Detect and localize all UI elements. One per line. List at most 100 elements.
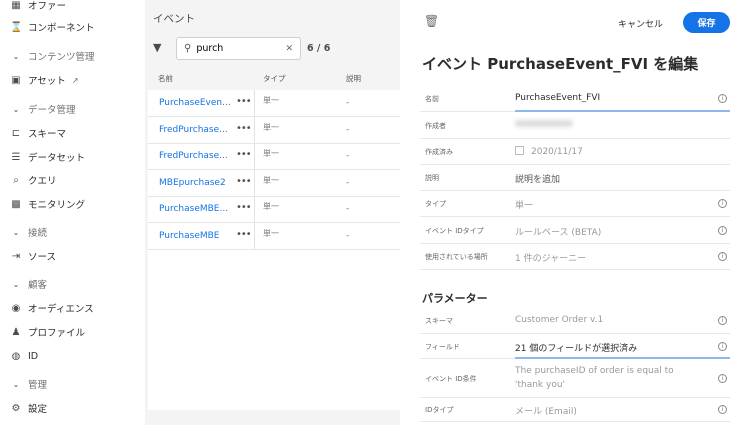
sidebar-item-10[interactable]: ⇥ ソース (10, 248, 56, 264)
table-row[interactable]: PurchaseMBE... ••• 単一 - (148, 196, 400, 223)
sidebar-item-14[interactable]: ◍ ID (10, 348, 39, 364)
save-button[interactable]: 保存 (683, 12, 730, 33)
sidebar-item-7[interactable]: ⌕ クエリ (10, 172, 57, 188)
filter-icon[interactable]: ▼ (153, 41, 161, 54)
parameter-value[interactable]: 21 個のフィールドが選択済み (515, 341, 637, 354)
info-icon[interactable]: i (718, 341, 727, 351)
sidebar-item-label: クエリ (28, 176, 57, 187)
event-type: 単一 (263, 96, 279, 105)
table-row[interactable]: FredPurchase... ••• 単一 - (148, 143, 400, 170)
sidebar-item-8[interactable]: ▩ モニタリング (10, 196, 85, 212)
search-field[interactable]: ⚲ ✕ (176, 37, 301, 60)
dataset-icon: ☰ (11, 151, 21, 163)
event-description: - (346, 124, 350, 135)
more-actions-icon[interactable]: ••• (236, 229, 252, 240)
search-input[interactable] (196, 43, 277, 54)
sidebar-section-11[interactable]: ⌄ 顧客 (10, 276, 47, 292)
sidebar-item-12[interactable]: ◉ オーディエンス (10, 300, 94, 316)
settings-icon: ⚙ (11, 402, 21, 414)
sidebar-section-4[interactable]: ⌄ データ管理 (10, 101, 76, 117)
field-label: イベント IDタイプ (425, 226, 484, 235)
sidebar-item-13[interactable]: ♟ プロファイル (10, 324, 86, 340)
info-icon[interactable]: i (718, 373, 727, 383)
event-name-link[interactable]: PurchaseEven... (159, 98, 231, 108)
events-title: イベント (153, 13, 195, 25)
table-row[interactable]: FredPurchase... ••• 単一 - (148, 117, 400, 144)
event-name-link[interactable]: MBEpurchase2 (159, 178, 226, 188)
calendar-icon[interactable] (515, 146, 524, 155)
sidebar-item-label: プロファイル (28, 328, 86, 339)
delete-icon[interactable]: 🗑 (424, 14, 439, 28)
sidebar-item-1[interactable]: ⌛ コンポーネント (10, 19, 95, 35)
field-row: 使用されている場所 1 件のジャーニー i (420, 244, 730, 270)
field-label: 説明 (425, 174, 439, 182)
sidebar-section-15[interactable]: ⌄ 管理 (10, 376, 47, 392)
field-row: 作成済み 2020/11/17 (420, 139, 730, 165)
field-label: 名前 (425, 94, 439, 103)
more-actions-icon[interactable]: ••• (236, 96, 252, 107)
more-actions-icon[interactable]: ••• (236, 202, 252, 213)
sidebar-item-3[interactable]: ▣ アセット ↗ (10, 72, 79, 88)
sidebar-item-6[interactable]: ☰ データセット (10, 149, 86, 165)
field-value: 単一 (515, 198, 533, 211)
parameter-value: Customer Order v.1 (515, 315, 604, 325)
fingerprint-icon: ◍ (11, 350, 21, 362)
event-name-link[interactable]: FredPurchase... (159, 125, 228, 135)
field-value[interactable]: PurchaseEvent_FVI (515, 93, 600, 103)
info-icon[interactable]: i (718, 405, 727, 414)
column-header-description[interactable]: 説明 (346, 73, 361, 84)
sidebar-item-label: 管理 (28, 380, 48, 391)
search-icon: ⚲ (184, 43, 192, 54)
field-row[interactable]: 名前 PurchaseEvent_FVI i (420, 85, 730, 112)
info-icon[interactable]: i (718, 93, 727, 103)
component-icon: ⌛ (10, 21, 23, 33)
parameter-row: スキーマ Customer Order v.1 i (420, 308, 730, 334)
sidebar-section-9[interactable]: ⌄ 接続 (10, 224, 47, 240)
field-value: 2020/11/17 (515, 146, 583, 157)
event-name-link[interactable]: PurchaseMBE... (159, 204, 228, 214)
field-row: イベント IDタイプ ルールベース (BETA) i (420, 217, 730, 244)
sidebar-item-0[interactable]: ▦ オファー (10, 0, 66, 13)
info-icon[interactable]: i (718, 199, 727, 208)
column-header-name[interactable]: 名前 (158, 73, 173, 84)
field-value-text: 1 件のジャーニー (515, 254, 587, 264)
page-title: イベント PurchaseEvent_FVI を編集 (422, 55, 699, 73)
event-description: - (346, 98, 350, 108)
info-icon[interactable]: i (718, 225, 727, 235)
event-type: 単一 (263, 228, 279, 238)
external-link-icon: ↗ (71, 75, 79, 85)
parameter-label: スキーマ (425, 317, 453, 325)
field-value[interactable]: 説明を追加 (515, 172, 560, 185)
event-description: - (346, 177, 350, 188)
sidebar-item-16[interactable]: ⚙ 設定 (10, 400, 48, 416)
table-row[interactable]: MBEpurchase2 ••• 単一 - (148, 170, 400, 197)
parameter-row[interactable]: フィールド 21 個のフィールドが選択済み i (420, 334, 730, 359)
info-icon[interactable]: i (718, 316, 727, 325)
clear-search-icon[interactable]: ✕ (285, 44, 293, 54)
chevron-down-icon: ⌄ (12, 279, 20, 289)
field-row[interactable]: 説明 説明を追加 (420, 165, 730, 191)
event-name-link[interactable]: PurchaseMBE (159, 231, 220, 241)
schema-icon: ⊏ (11, 127, 21, 139)
more-actions-icon[interactable]: ••• (236, 176, 252, 187)
more-actions-icon[interactable]: ••• (236, 123, 252, 134)
sidebar-item-5[interactable]: ⊏ スキーマ (10, 125, 66, 141)
monitoring-icon: ▩ (11, 198, 21, 210)
chevron-down-icon: ⌄ (12, 227, 20, 237)
event-type: 単一 (263, 175, 279, 185)
more-actions-icon[interactable]: ••• (236, 149, 252, 160)
sidebar-item-label: データ管理 (28, 105, 76, 116)
parameter-label: フィールド (425, 342, 460, 351)
table-row[interactable]: PurchaseMBE ••• 単一 - (148, 223, 400, 250)
event-description: - (346, 151, 350, 161)
column-header-type[interactable]: タイプ (263, 73, 286, 84)
info-icon[interactable]: i (718, 252, 727, 261)
event-name-link[interactable]: FredPurchase... (159, 151, 228, 161)
table-row[interactable]: PurchaseEven... ••• 単一 - (148, 90, 400, 117)
sidebar-section-2[interactable]: ⌄ コンテンツ管理 (10, 48, 95, 64)
sidebar-item-label: オファー (28, 1, 67, 12)
cancel-button[interactable]: キャンセル (618, 17, 663, 30)
field-value: 1 件のジャーニー (515, 251, 586, 264)
event-type: 単一 (263, 202, 279, 211)
query-icon: ⌕ (13, 174, 19, 186)
